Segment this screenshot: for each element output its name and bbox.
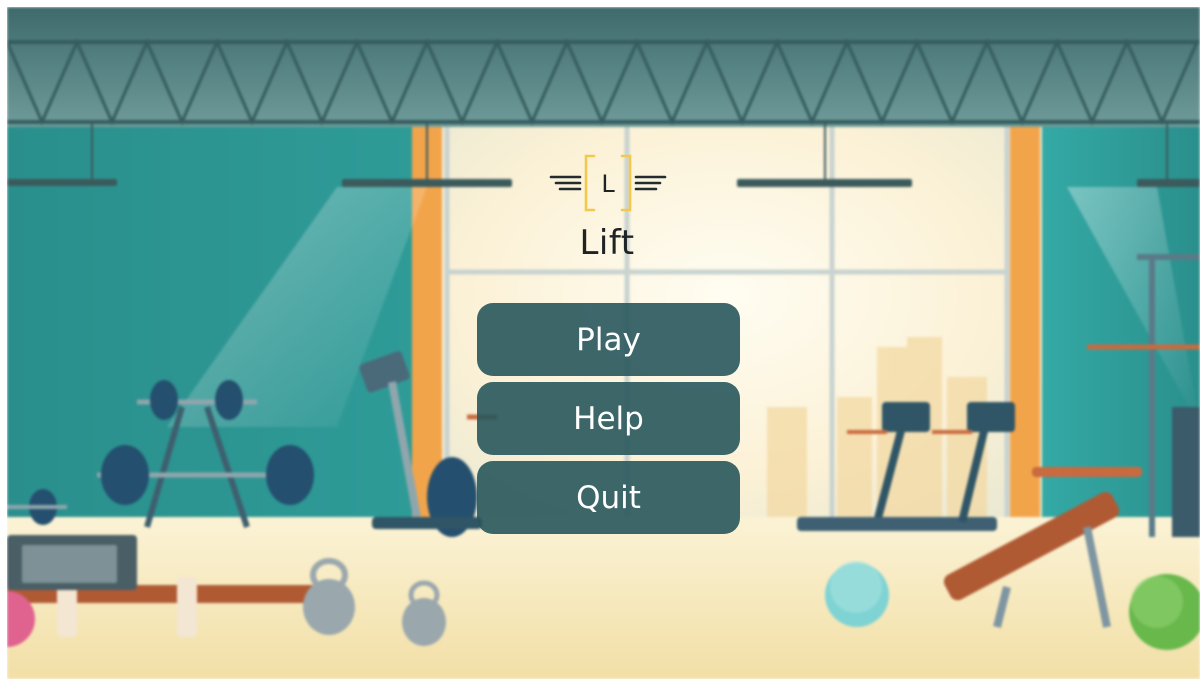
help-button-label: Help bbox=[573, 400, 644, 437]
play-button[interactable]: Play bbox=[477, 303, 740, 376]
lift-logo-icon: L bbox=[549, 154, 667, 212]
game-title: Lift bbox=[579, 223, 635, 263]
game-viewport: L Lift Play Help Quit bbox=[7, 7, 1200, 679]
main-menu: L Lift Play Help Quit bbox=[7, 7, 1200, 679]
quit-button-label: Quit bbox=[576, 479, 641, 516]
help-button[interactable]: Help bbox=[477, 382, 740, 455]
quit-button[interactable]: Quit bbox=[477, 461, 740, 534]
play-button-label: Play bbox=[576, 321, 641, 358]
logo-letter: L bbox=[601, 170, 615, 198]
